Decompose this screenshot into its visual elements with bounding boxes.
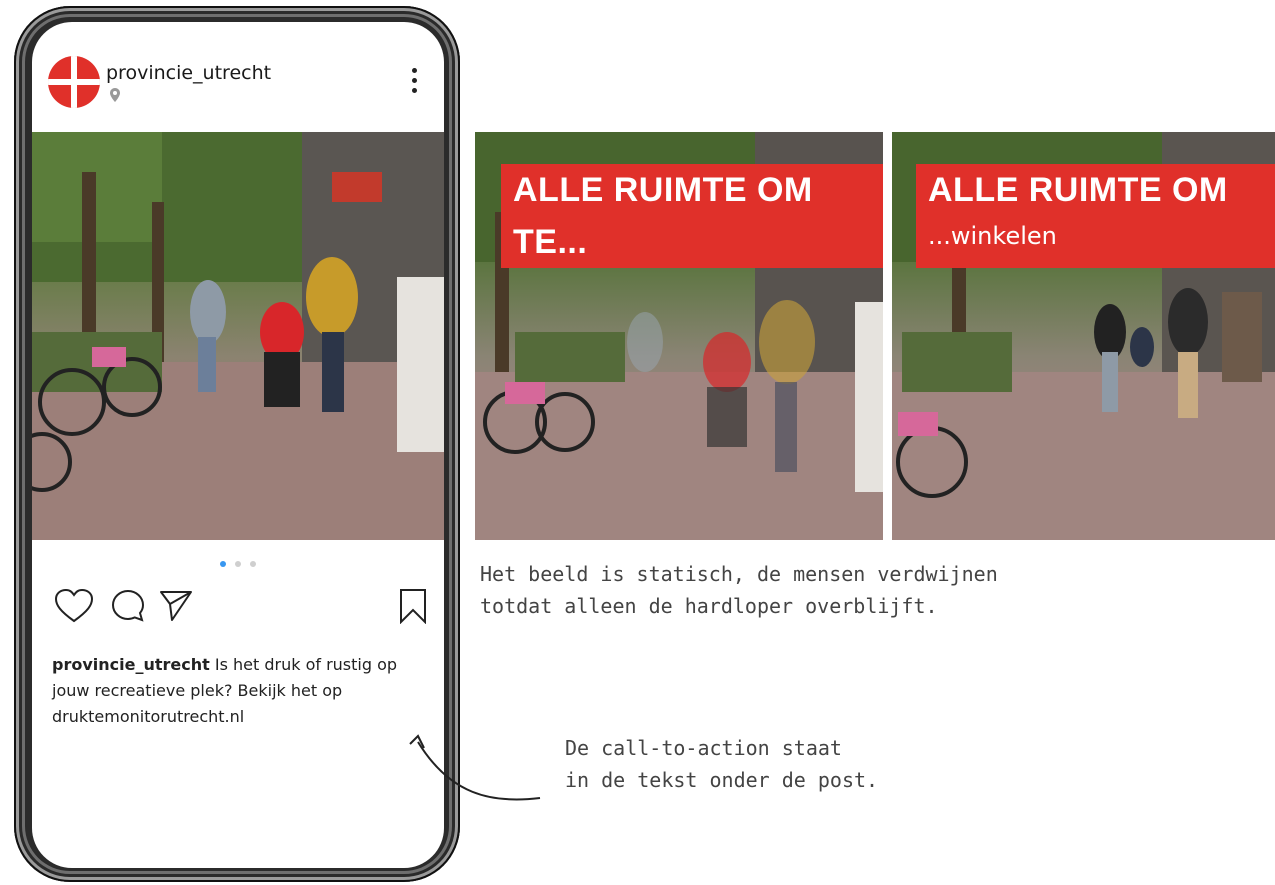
preview-sub-banner: ...winkelen — [916, 216, 1069, 256]
instagram-post: provincie_utrecht provincie_utrecht Is h… — [32, 22, 444, 868]
post-photo — [32, 132, 444, 540]
avatar[interactable] — [48, 56, 100, 108]
post-username[interactable]: provincie_utrecht — [106, 62, 271, 84]
street-scene-image — [32, 132, 444, 540]
caption-username[interactable]: provincie_utrecht — [52, 655, 210, 674]
arrow-icon — [409, 734, 541, 801]
share-icon[interactable] — [158, 588, 194, 624]
carousel-dot[interactable] — [250, 561, 257, 567]
post-caption: provincie_utrecht Is het druk of rustig … — [52, 652, 424, 730]
location-pin-icon — [110, 88, 120, 102]
post-actions — [54, 588, 426, 628]
carousel-dot[interactable] — [235, 561, 241, 567]
heart-icon[interactable] — [54, 588, 94, 624]
note-line: De call-to-action staat — [565, 736, 842, 760]
more-options-icon[interactable] — [408, 68, 420, 100]
note-line: Het beeld is statisch, de mensen verdwij… — [480, 562, 998, 586]
post-header: provincie_utrecht — [32, 22, 444, 132]
carousel-dot[interactable] — [219, 561, 226, 567]
preview-image-2: ALLE RUIMTE OM TE... ...winkelen — [892, 132, 1275, 540]
note-line: in de tekst onder de post. — [565, 768, 879, 792]
cta-note: De call-to-action staat in de tekst onde… — [565, 732, 878, 796]
note-line: totdat alleen de hardloper overblijft. — [480, 594, 938, 618]
static-image-note: Het beeld is statisch, de mensen verdwij… — [480, 558, 998, 622]
preview-banner: ALLE RUIMTE OM TE... — [501, 164, 883, 268]
preview-image-1: ALLE RUIMTE OM TE... — [475, 132, 883, 540]
bookmark-icon[interactable] — [398, 588, 428, 624]
carousel-indicator — [32, 552, 444, 571]
comment-icon[interactable] — [110, 588, 146, 624]
